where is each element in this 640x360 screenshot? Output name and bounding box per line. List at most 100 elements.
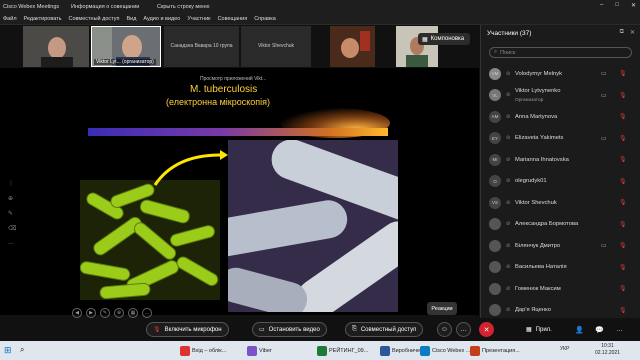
video-thumbnail[interactable]: Viktor Shevchuk	[241, 26, 311, 67]
participant-name: Viktor Shevchuk	[515, 199, 557, 206]
participant-name: Elizaveta Yakimets	[515, 135, 564, 142]
menu-participant[interactable]: Участник	[187, 16, 210, 22]
app-icon	[317, 345, 327, 356]
taskbar-app-label: РЕЙТИНГ_09...	[329, 347, 369, 354]
taskbar-app-label: Viber	[259, 347, 272, 354]
menu-help[interactable]: Справка	[254, 16, 276, 22]
participant-row[interactable]: AM Anna Martynova ⊘ 🎙	[481, 106, 640, 128]
mic-muted-icon: 🎙	[619, 157, 627, 164]
participant-row[interactable]: MI Marianna Ihnatovska ⊘ 🎙	[481, 149, 640, 171]
ellipsis-icon: …	[460, 326, 467, 333]
title-bar: Cisco Webex Meetings Информация о совеща…	[0, 0, 640, 13]
participant-search-input[interactable]: ⌕ Поиск	[489, 47, 632, 58]
slide-title: M. tuberculosis	[190, 84, 258, 95]
search-icon[interactable]: ⌕	[20, 345, 24, 355]
video-thumbnail-strip: Viktor Lyt... (организатор) Санадзна Вав…	[0, 25, 479, 68]
taskbar-app-label: Вхід – облік...	[192, 347, 227, 354]
leave-meeting-button[interactable]: ✕	[479, 322, 494, 337]
menu-file[interactable]: Файл	[3, 16, 17, 22]
status-icon: ⊘	[506, 156, 511, 163]
video-thumbnail[interactable]: Санадзна Вавара 10 група	[164, 26, 239, 67]
maximize-icon[interactable]: □	[615, 2, 619, 9]
clock-date: 02.12.2021	[594, 350, 620, 356]
prev-slide-icon[interactable]: ◀	[72, 308, 82, 318]
reactions-tooltip: Реакции	[427, 302, 457, 315]
participant-row[interactable]: VM Volodymyr Melnyk ⊘ ▭ 🎙	[481, 63, 640, 85]
ellipsis-icon: …	[616, 326, 623, 333]
taskbar-app[interactable]: РЕЙТИНГ_09...	[317, 343, 368, 358]
taskbar-app[interactable]: Viber	[247, 343, 272, 358]
eraser-icon[interactable]: ⌫	[8, 225, 16, 232]
mic-muted-icon: 🎙	[619, 264, 627, 271]
status-icon: ⊘	[506, 264, 511, 271]
taskbar-app[interactable]: Cisco Webex ...	[420, 343, 470, 358]
menu-edit[interactable]: Редактировать	[24, 16, 62, 22]
taskbar-app[interactable]: Презентация...	[470, 343, 520, 358]
close-icon[interactable]: ✕	[631, 2, 636, 9]
stop-video-button[interactable]: ▭ Остановить видео	[252, 322, 327, 337]
hide-menu-bar-button[interactable]: Скрыть строку меню	[157, 4, 209, 10]
participant-row[interactable]: Александра Бормотова ⊘ 🎙	[481, 214, 640, 236]
participant-row[interactable]: EY Elizaveta Yakimets ⊘ ▭ 🎙	[481, 128, 640, 150]
status-icon: ⊘	[506, 307, 511, 314]
pen-tool-icon[interactable]: ✎	[100, 308, 110, 318]
participant-video	[23, 26, 89, 67]
reactions-button[interactable]: ☺	[437, 322, 452, 337]
popout-icon[interactable]: ⧉	[620, 29, 624, 36]
input-language[interactable]: УКР	[560, 346, 569, 352]
pen-icon[interactable]: ✎	[8, 210, 16, 217]
video-thumbnail-host[interactable]: Viktor Lyt... (организатор)	[91, 26, 161, 67]
layout-icon: ▦	[422, 36, 428, 43]
chat-toggle-button[interactable]: 💬	[592, 322, 607, 337]
participant-row[interactable]: VL Viktor Lytvynenko Организатор ⊘ ▭ 🎙	[481, 85, 640, 107]
menu-audio-video[interactable]: Аудио и видео	[143, 16, 180, 22]
taskbar-app[interactable]: Вхід – облік...	[180, 343, 226, 358]
share-icon: ⎘	[352, 326, 357, 332]
participant-row[interactable]: VS Viktor Shevchuk ⊘ 🎙	[481, 192, 640, 214]
menu-view[interactable]: Вид	[126, 16, 136, 22]
mic-muted-icon: 🎙	[619, 135, 627, 142]
chat-icon: 💬	[595, 326, 604, 334]
participant-name: Александра Бормотова	[515, 221, 579, 228]
participant-row[interactable]: Білянчук Дмитро ⊘ ▭ 🎙	[481, 235, 640, 257]
mic-muted-icon: 🎙	[619, 114, 627, 121]
participant-row[interactable]: Дар'я Яценко ⊘ 🎙	[481, 300, 640, 322]
meeting-info-button[interactable]: Информация о совещании	[71, 4, 157, 10]
menu-share[interactable]: Совместный доступ	[69, 16, 120, 22]
participant-name: Васильева Наталія	[515, 264, 567, 271]
minimize-icon[interactable]: –	[600, 2, 603, 9]
zoom-icon[interactable]: ⊕	[8, 195, 16, 202]
more-icon[interactable]: …	[8, 240, 16, 246]
close-icon: ✕	[483, 326, 490, 334]
status-icon: ⊘	[506, 178, 511, 185]
unmute-button[interactable]: 🎙 Включить микрофон	[146, 322, 229, 337]
grid-tool-icon[interactable]: ▦	[128, 308, 138, 318]
pointer-icon[interactable]: ⋮	[8, 180, 16, 187]
mic-muted-icon: 🎙	[619, 307, 627, 314]
menu-meetings[interactable]: Совещания	[218, 16, 248, 22]
video-thumbnail[interactable]	[330, 26, 375, 67]
camera-icon: ▭	[601, 92, 607, 99]
participants-toggle-button[interactable]: 👤	[572, 322, 587, 337]
more-panels-button[interactable]: …	[612, 322, 627, 337]
participant-row[interactable]: Oolegrudyk01 ⊘ 🎙	[481, 171, 640, 193]
share-label: Совместный доступ	[360, 326, 417, 333]
participant-row[interactable]: Васильева Наталія ⊘ 🎙	[481, 257, 640, 279]
zoom-tool-icon[interactable]: ⊕	[114, 308, 124, 318]
windows-start-icon[interactable]: ⊞	[4, 345, 12, 356]
layout-button[interactable]: ▦ Компоновка	[418, 33, 470, 45]
system-clock[interactable]: 10:31 02.12.2021	[595, 343, 620, 357]
apps-button[interactable]: ▦ Прил.	[520, 322, 558, 337]
next-slide-icon[interactable]: ▶	[86, 308, 96, 318]
thumbnail-label: Viktor Shevchuk	[257, 43, 295, 49]
participant-role: Организатор	[515, 97, 544, 103]
share-button[interactable]: ⎘ Совместный доступ	[345, 322, 424, 337]
participant-row[interactable]: Гоменюк Максим ⊘ 🎙	[481, 278, 640, 300]
close-icon[interactable]: ✕	[630, 29, 635, 36]
video-thumbnail[interactable]	[23, 26, 89, 67]
search-placeholder: Поиск	[500, 49, 516, 56]
layout-label: Компоновка	[430, 36, 465, 42]
more-tool-icon[interactable]: …	[142, 308, 152, 318]
more-options-button[interactable]: …	[456, 322, 471, 337]
participant-name: Дар'я Яценко	[515, 307, 551, 314]
